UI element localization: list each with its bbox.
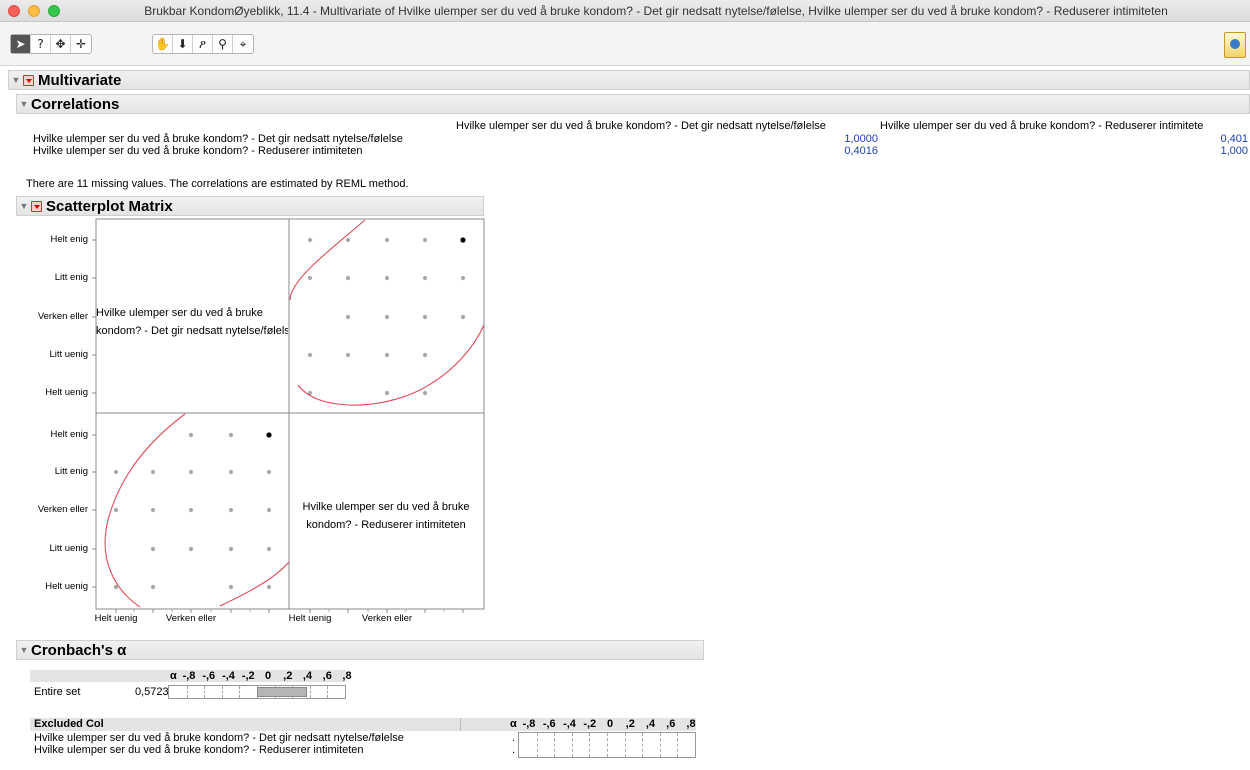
density-ellipse-arc [297,324,484,406]
scale-label: -,6 [542,718,556,730]
scale-gridline [659,733,661,757]
density-ellipse-arc [219,561,289,607]
data-point [422,352,428,358]
entire-set-label: Entire set [34,686,81,698]
data-point [384,390,390,396]
scale-label: -,4 [222,670,235,682]
data-point [113,584,119,590]
density-ellipse-arc [289,219,366,301]
scale-label: ,4 [302,670,313,682]
scale-gridline [554,733,556,757]
cronbach-title: Cronbach's α [31,641,127,659]
scale-label: -,8 [182,670,196,682]
alpha-bar [257,687,308,697]
scale-gridline [204,686,206,698]
highlighted-point [460,237,466,243]
data-point [228,469,234,475]
data-point [188,432,194,438]
data-point [188,507,194,513]
scale-gridline [607,733,608,757]
cronbach-header[interactable]: ▼ Cronbach's α [16,640,704,660]
scale-label: -,6 [202,670,216,682]
diagonal-label-1: Hvilke ulemper ser du ved å bruke kondom… [96,307,288,337]
scale-label: ,6 [322,670,332,682]
excluded-col-header: Excluded Col [34,718,104,730]
alpha-column-header: α [170,670,177,682]
data-point [422,314,428,320]
scale-gridline [309,686,311,698]
scale-label: ,4 [645,718,656,730]
scale-label: 0 [606,718,614,730]
data-point [228,584,234,590]
scale-label: -,2 [583,718,597,730]
scale-label: -,8 [522,718,536,730]
data-point [150,546,156,552]
scale-label: -,2 [241,670,255,682]
diagonal-label-2: Hvilke ulemper ser du ved å bruke kondom… [302,501,470,531]
data-point [113,469,119,475]
scale-gridline [677,733,679,757]
data-point [113,507,119,513]
data-point [345,237,351,243]
data-point [266,507,272,513]
scale-gridline [239,686,241,698]
data-point [384,314,390,320]
excluded-alpha-header: α [510,718,517,730]
data-point [384,352,390,358]
data-point [345,352,351,358]
scale-gridline [327,686,329,698]
data-point [345,275,351,281]
highlighted-point [266,432,272,438]
scale-label: ,2 [625,718,635,730]
data-point [460,314,466,320]
data-point [422,275,428,281]
entire-set-alpha-bar [168,685,346,699]
scale-label: ,8 [342,670,352,682]
scale-gridline [536,733,538,757]
data-point [188,469,194,475]
data-point [422,237,428,243]
scale-label: -,4 [563,718,576,730]
excluded-row-value-1: . [511,732,515,744]
data-point [150,584,156,590]
scale-gridline [642,733,644,757]
data-point [384,237,390,243]
excluded-row-value-2: . [511,744,515,756]
data-point [422,390,428,396]
scale-label: 0 [264,670,272,682]
excluded-row-label-2: Hvilke ulemper ser du ved å bruke kondom… [34,744,364,756]
data-point [307,237,313,243]
data-point [228,546,234,552]
data-point [266,469,272,475]
data-point [384,275,390,281]
data-point [266,546,272,552]
scale-gridline [589,733,591,757]
excluded-row-label-1: Hvilke ulemper ser du ved å bruke kondom… [34,732,404,744]
excluded-alpha-bars [518,732,696,758]
data-point [228,507,234,513]
data-point [150,469,156,475]
scale-gridline [571,733,573,757]
data-point [266,584,272,590]
scale-label: ,2 [283,670,293,682]
scale-label: ,6 [666,718,676,730]
data-point [345,314,351,320]
scale-gridline [624,733,626,757]
data-point [307,275,313,281]
data-point [188,546,194,552]
data-point [307,352,313,358]
scale-gridline [186,686,188,698]
excluded-divider [460,718,461,731]
scale-gridline [221,686,223,698]
disclosure-icon[interactable]: ▼ [17,645,31,655]
data-point [150,507,156,513]
data-point [460,275,466,281]
scale-label: ,8 [686,718,696,730]
data-point [228,432,234,438]
entire-set-value: 0,5723 [135,686,169,698]
